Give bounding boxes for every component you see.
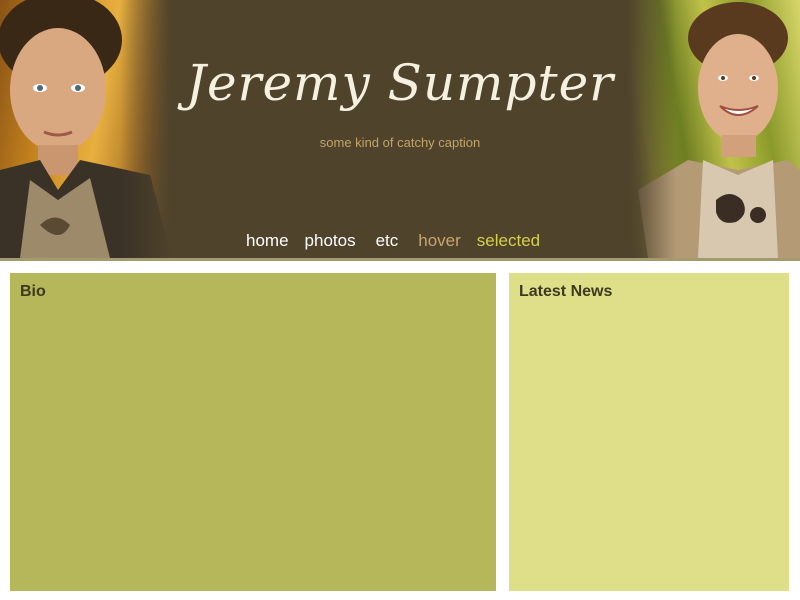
- left-portrait-photo: [0, 0, 172, 258]
- site-title: Jeremy Sumpter: [185, 54, 615, 112]
- news-heading: Latest News: [519, 283, 613, 300]
- page: Jeremy Sumpter some kind of catchy capti…: [0, 0, 800, 600]
- right-portrait-photo: [628, 0, 800, 258]
- nav-etc[interactable]: etc: [376, 231, 399, 251]
- news-panel: Latest News: [509, 273, 789, 591]
- nav-hover[interactable]: hover: [418, 231, 461, 251]
- site-caption: some kind of catchy caption: [319, 135, 481, 150]
- nav-home[interactable]: home: [246, 231, 289, 251]
- site-header: Jeremy Sumpter some kind of catchy capti…: [0, 0, 800, 258]
- bio-panel: Bio: [10, 273, 496, 591]
- main-nav: home photos etc hover selected: [246, 228, 540, 254]
- nav-photos[interactable]: photos: [305, 231, 356, 251]
- bio-heading: Bio: [20, 283, 46, 300]
- header-divider: [0, 258, 800, 261]
- nav-selected[interactable]: selected: [477, 231, 540, 251]
